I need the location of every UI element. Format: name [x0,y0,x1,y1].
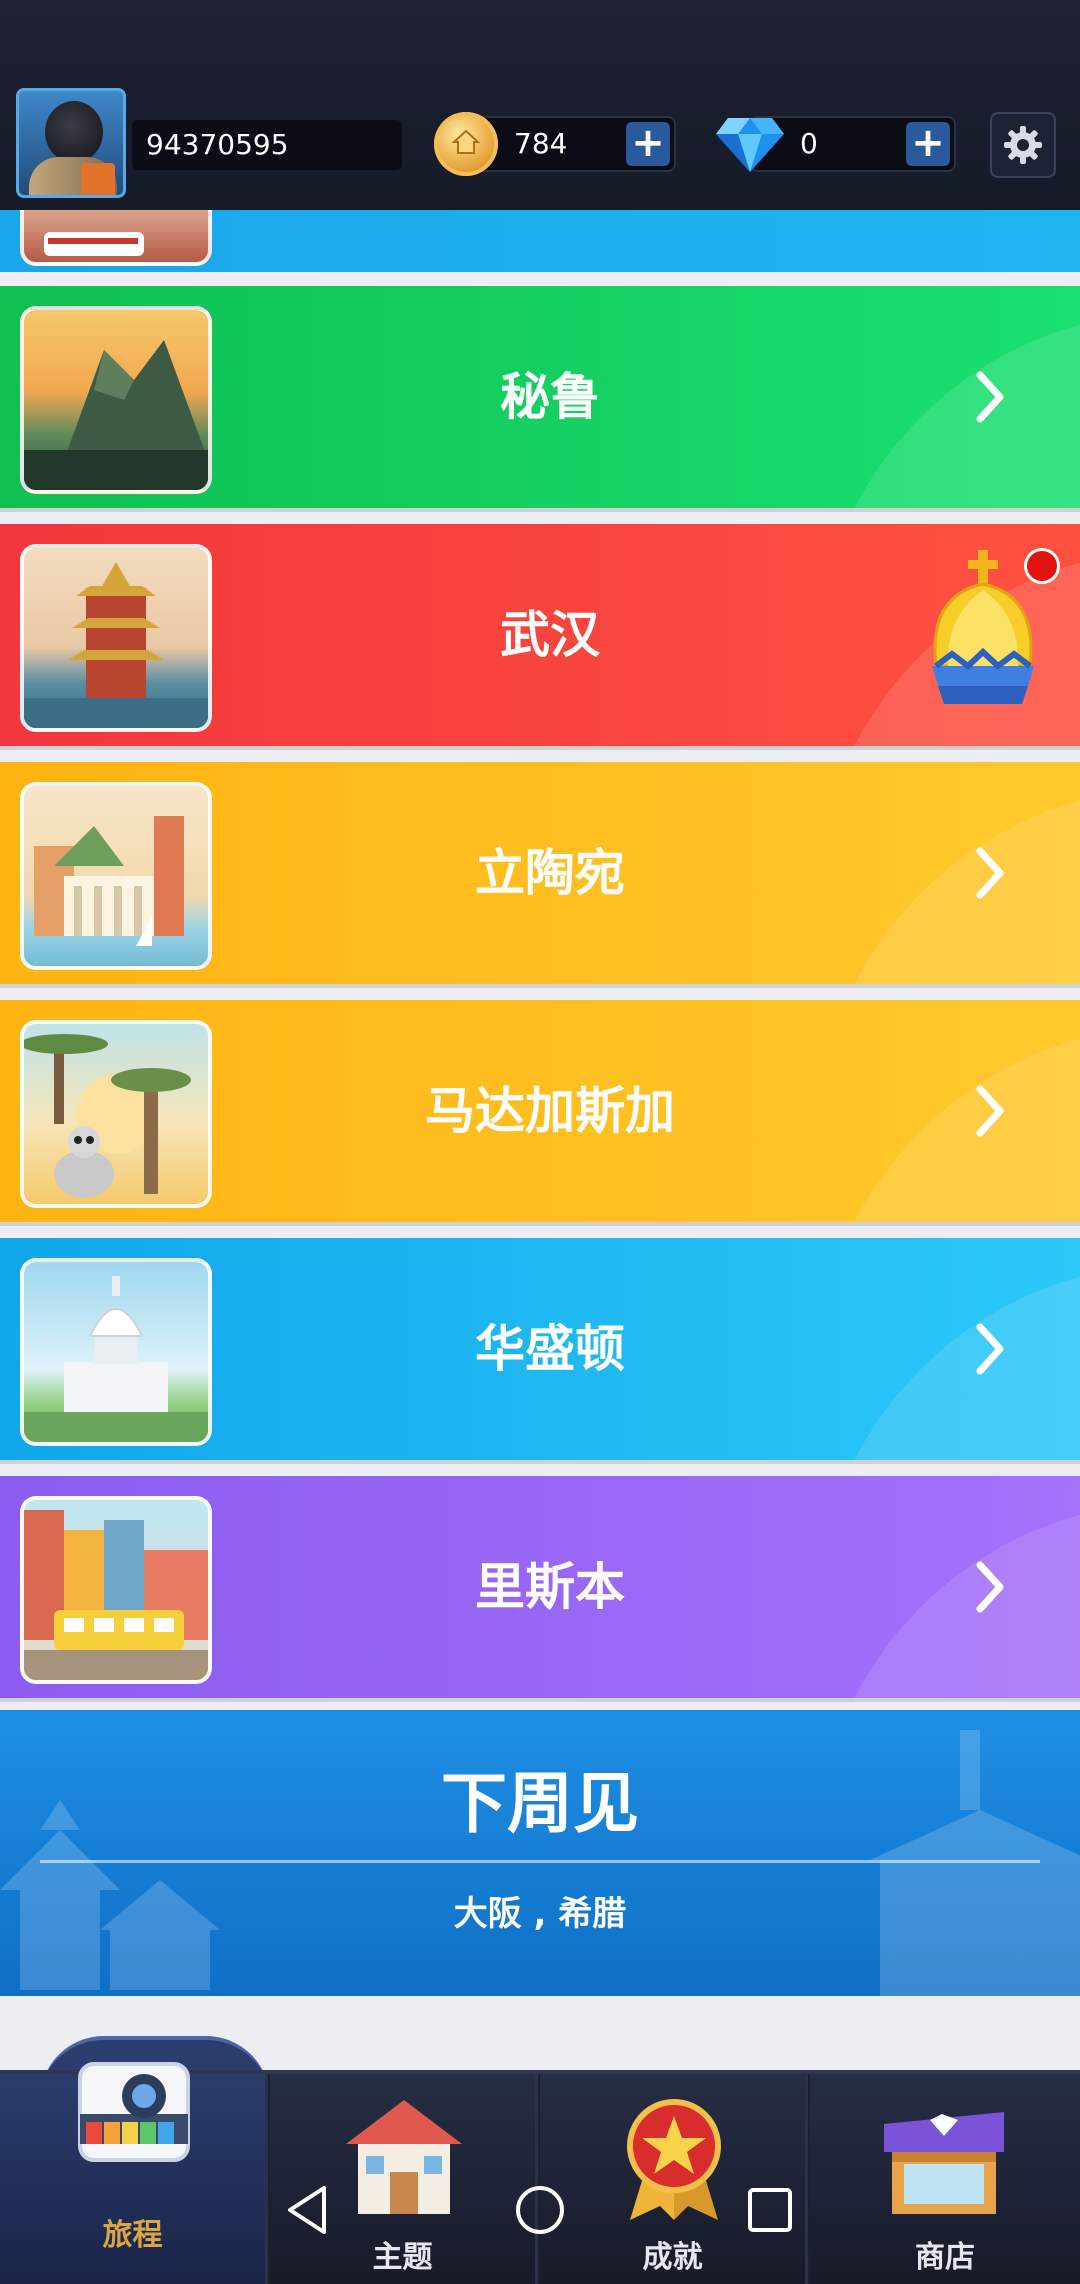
city-name: 里斯本 [475,1558,625,1616]
settings-button[interactable] [990,112,1056,178]
chevron-right-icon [976,1085,1004,1137]
coin-icon [434,112,498,176]
recents-icon[interactable] [740,2180,800,2240]
lisbon-thumbnail [20,1496,212,1684]
tab-achievements[interactable]: 成就 [540,2074,808,2284]
chevron-right-icon [976,371,1004,423]
destination-card-partial[interactable] [0,210,1080,272]
destination-card-washington[interactable]: 华盛顿 [0,1238,1080,1460]
coin-house-icon [452,129,480,154]
peru-thumbnail [20,306,212,494]
coin-counter: 784 + [470,116,676,172]
tab-label: 旅程 [102,2218,163,2253]
city-name: 秘鲁 [500,368,600,426]
user-id: 94370595 [132,120,402,170]
avatar[interactable] [16,88,126,198]
avatar-head [45,101,103,163]
destination-card-peru[interactable]: 秘鲁 [0,286,1080,508]
chevron-right-icon [976,1323,1004,1375]
chevron-right-icon [976,847,1004,899]
back-icon[interactable] [278,2180,338,2240]
coin-value: 784 [514,127,568,160]
next-week-cities: 大阪 , 希腊 [453,1894,627,1934]
camera-icon [78,2062,190,2162]
avatar-scarf [81,163,115,195]
chevron-right-icon [976,1561,1004,1613]
top-bar: 94370595 784 + 0 + [0,0,1080,215]
home-icon[interactable] [510,2180,570,2240]
house-icon [346,2100,462,2214]
gem-value: 0 [800,127,818,160]
bottom-tab-bar: 旅程 主题 成就 商店 [0,2062,1080,2284]
next-week-banner: 下周见 大阪 , 希腊 [0,1710,1080,1996]
divider [40,1860,1040,1863]
madagascar-thumbnail [20,1020,212,1208]
city-name: 华盛顿 [475,1320,625,1378]
lithuania-thumbnail [20,782,212,970]
tab-shop[interactable]: 商店 [810,2074,1080,2284]
wuhan-thumbnail [20,544,212,732]
destination-card-lithuania[interactable]: 立陶宛 [0,762,1080,984]
city-name: 立陶宛 [475,844,625,902]
destination-thumbnail [20,210,212,266]
tab-journey[interactable]: 旅程 [0,2062,268,2284]
city-name: 武汉 [500,606,600,664]
tab-theme[interactable]: 主题 [270,2074,538,2284]
medal-icon [627,2099,721,2220]
diamond-icon [716,118,784,172]
add-coins-button[interactable]: + [626,122,670,166]
destination-card-lisbon[interactable]: 里斯本 [0,1476,1080,1698]
shop-icon [884,2112,1004,2214]
notification-dot [1024,548,1060,584]
next-week-title: 下周见 [441,1765,639,1842]
gear-icon [1004,126,1042,164]
destination-card-madagascar[interactable]: 马达加斯加 [0,1000,1080,1222]
city-name: 马达加斯加 [425,1082,675,1140]
add-gems-button[interactable]: + [906,122,950,166]
washington-thumbnail [20,1258,212,1446]
tab-label: 商店 [915,2240,975,2275]
